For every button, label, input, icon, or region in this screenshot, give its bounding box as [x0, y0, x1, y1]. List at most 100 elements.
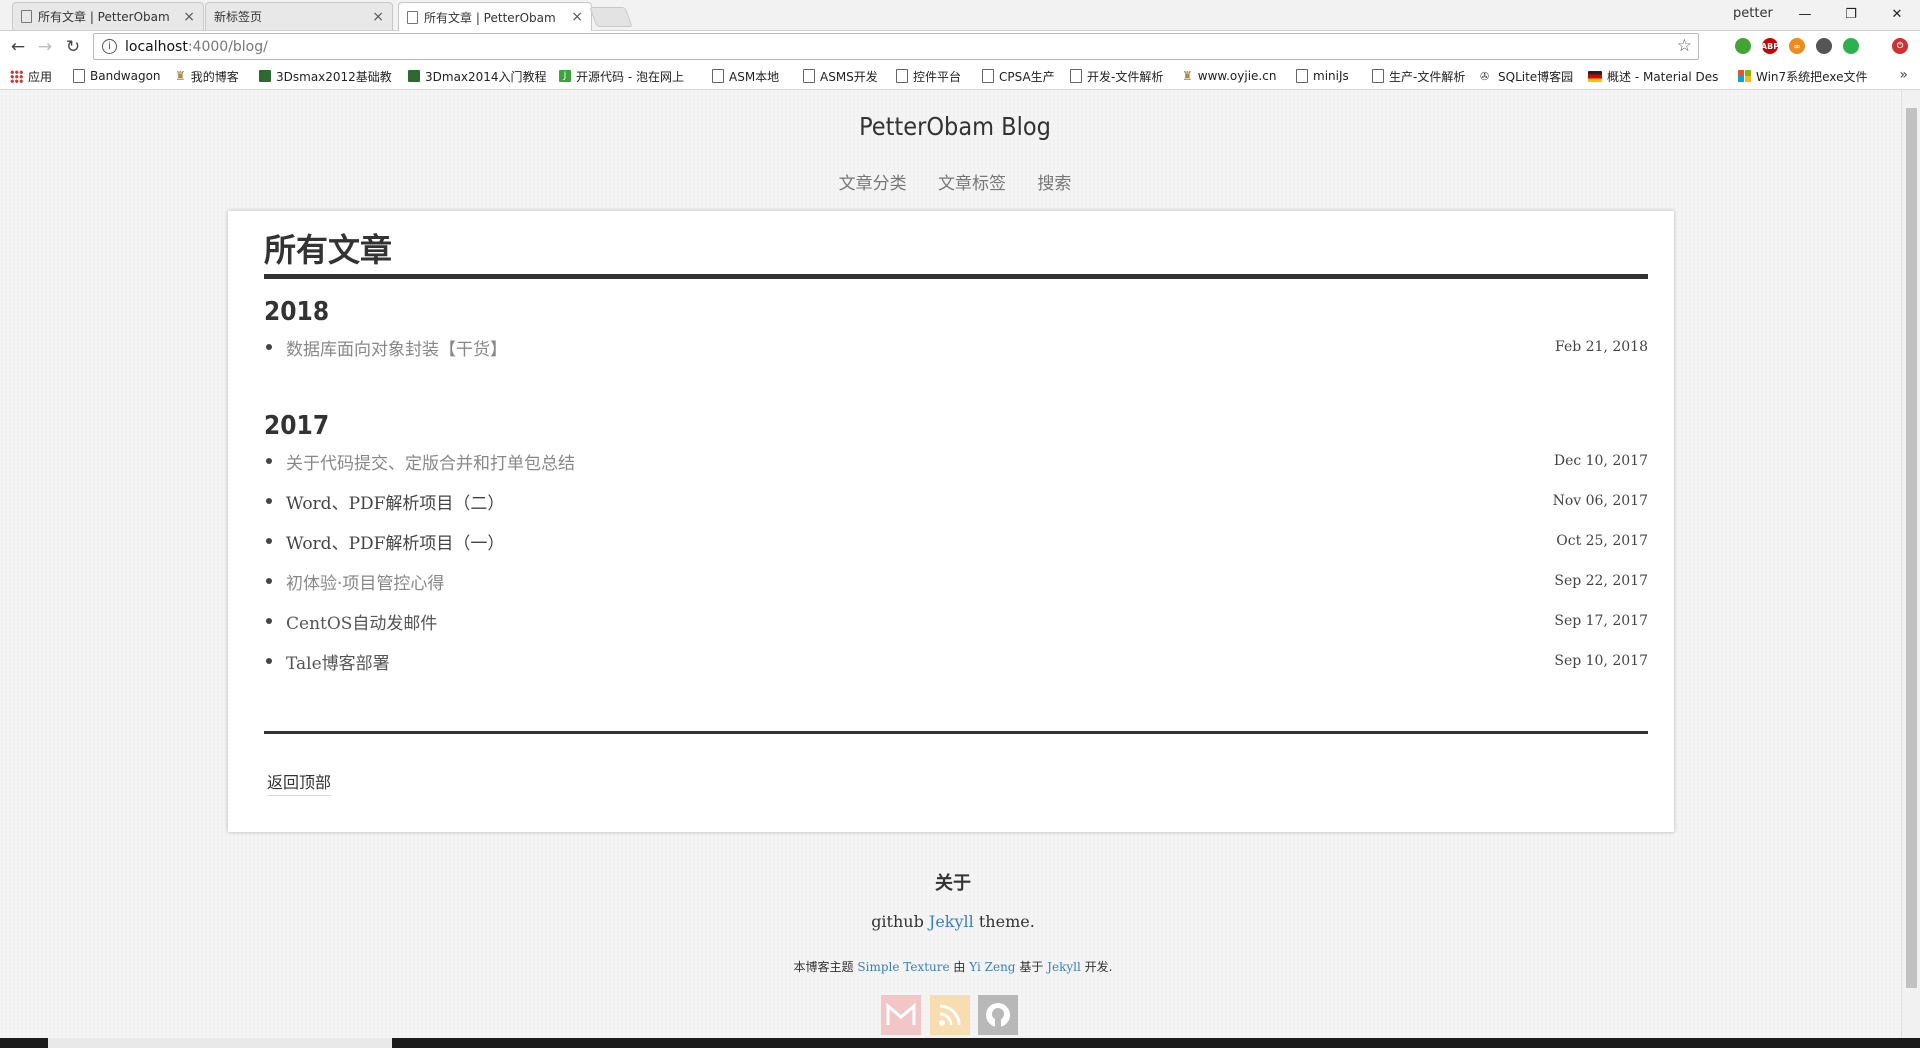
bullet	[266, 344, 272, 350]
power-icon[interactable]: ⏻	[1892, 38, 1908, 54]
profile-name[interactable]: petter	[1733, 6, 1773, 21]
bookmark-asms-dev[interactable]: ASMS开发	[803, 67, 878, 85]
tab-blog-1[interactable]: 所有文章 | PetterObam ×	[12, 2, 204, 30]
bullet	[266, 458, 272, 464]
post-item[interactable]: 初体验·项目管控心得 Sep 22, 2017	[264, 569, 1648, 594]
bookmark-label: 开发-文件解析	[1087, 69, 1164, 84]
page-viewport: PetterObam Blog 文章分类 文章标签 搜索 所有文章 2018 数…	[0, 90, 1901, 1038]
vertical-scrollbar[interactable]	[1901, 90, 1920, 1038]
window-close-button[interactable]: ✕	[1874, 0, 1920, 28]
bookmark-cpsa[interactable]: CPSA生产	[982, 67, 1055, 85]
bookmark-label: 生产-文件解析	[1389, 69, 1466, 84]
bookmark-apps[interactable]: 应用	[10, 67, 52, 85]
reload-button[interactable]: ↻	[61, 35, 85, 59]
page-icon	[803, 69, 815, 83]
footer-about-heading: 关于	[935, 873, 971, 894]
nav-categories[interactable]: 文章分类	[839, 174, 907, 194]
bookmarks-bar: 应用 Bandwagon ♜ 我的博客 3Dsmax2012基础教 3Dmax20…	[0, 63, 1920, 90]
apps-grid-icon	[10, 69, 23, 83]
mail-icon[interactable]	[881, 995, 921, 1035]
post-date: Sep 17, 2017	[1554, 613, 1648, 629]
bullet	[266, 538, 272, 544]
back-button[interactable]: ←	[6, 35, 30, 59]
bookmark-my-blog[interactable]: ♜ 我的博客	[175, 67, 239, 85]
post-title[interactable]: CentOS自动发邮件	[286, 609, 1554, 634]
bookmark-oyjie[interactable]: ♜ www.oyjie.cn	[1182, 67, 1276, 85]
jekyll-link[interactable]: Jekyll	[929, 912, 974, 931]
v-logo-icon	[259, 70, 271, 82]
bookmark-3dsmax2012[interactable]: 3Dsmax2012基础教	[259, 67, 392, 85]
tab-blog-active[interactable]: 所有文章 | PetterObam ×	[398, 2, 592, 31]
bookmark-label: 开源代码 - 泡在网上	[576, 69, 684, 84]
post-title[interactable]: Word、PDF解析项目（一）	[286, 529, 1556, 554]
bookmark-bandwagon[interactable]: Bandwagon	[73, 67, 161, 85]
rss-icon[interactable]	[930, 995, 970, 1035]
archive-card: 所有文章 2018 数据库面向对象封装【干货】 Feb 21, 2018 201…	[228, 211, 1674, 832]
post-title[interactable]: Word、PDF解析项目（二）	[286, 489, 1553, 514]
bookmark-label: SQLite博客园	[1498, 69, 1574, 84]
post-date: Dec 10, 2017	[1553, 453, 1648, 469]
post-title[interactable]: 数据库面向对象封装【干货】	[286, 335, 1555, 360]
address-bar[interactable]: i localhost:4000/blog/ ☆	[93, 33, 1699, 60]
footer-text: theme.	[978, 912, 1035, 931]
footer-text: 由	[953, 960, 966, 974]
close-icon[interactable]: ×	[372, 9, 384, 25]
forward-button[interactable]: →	[33, 35, 57, 59]
bookmark-material[interactable]: 概述 - Material Des	[1588, 67, 1718, 85]
bookmark-sqlite[interactable]: ✇ SQLite博客园	[1480, 67, 1573, 85]
post-item[interactable]: Word、PDF解析项目（一） Oct 25, 2017	[264, 529, 1648, 554]
shield-icon[interactable]	[1843, 38, 1859, 54]
taskbar-search[interactable]	[48, 1038, 392, 1048]
github-icon[interactable]	[978, 995, 1018, 1035]
scroll-thumb[interactable]	[1906, 108, 1917, 988]
post-item[interactable]: CentOS自动发邮件 Sep 17, 2017	[264, 609, 1648, 634]
bookmark-prod-parse[interactable]: 生产-文件解析	[1372, 67, 1465, 85]
nav-search[interactable]: 搜索	[1037, 174, 1071, 194]
post-title[interactable]: Tale博客部署	[286, 649, 1554, 674]
post-title[interactable]: 关于代码提交、定版合并和打单包总结	[286, 449, 1554, 474]
v-logo-icon	[408, 70, 420, 82]
url-path: :4000/blog/	[187, 38, 268, 55]
browser-toolbar: ← → ↻ i localhost:4000/blog/ ☆ ABP ∞ ⏻	[0, 31, 1920, 63]
post-item[interactable]: 关于代码提交、定版合并和打单包总结 Dec 10, 2017	[264, 449, 1648, 474]
post-item[interactable]: Tale博客部署 Sep 10, 2017	[264, 649, 1648, 674]
simple-texture-link[interactable]: Simple Texture	[857, 960, 949, 974]
post-item[interactable]: 数据库面向对象封装【干货】 Feb 21, 2018	[264, 335, 1648, 360]
wechat-icon: ✇	[1480, 69, 1490, 83]
jekyll-link[interactable]: Jekyll	[1047, 960, 1081, 974]
post-item[interactable]: Word、PDF解析项目（二） Nov 06, 2017	[264, 489, 1648, 514]
green-apple-icon[interactable]	[1735, 38, 1751, 54]
adblock-icon[interactable]: ABP	[1761, 38, 1779, 54]
bullet	[266, 578, 272, 584]
bookmark-win7[interactable]: Win7系统把exe文件	[1738, 67, 1867, 85]
close-icon[interactable]: ×	[571, 9, 583, 25]
bookmark-minijs[interactable]: miniJs	[1296, 67, 1349, 85]
bookmark-3dmax2014[interactable]: 3Dmax2014入门教程	[408, 67, 547, 85]
page-icon	[21, 10, 32, 23]
nav-tags[interactable]: 文章标签	[938, 174, 1006, 194]
bookmark-open-source[interactable]: J 开源代码 - 泡在网上	[559, 67, 684, 85]
bookmark-label: Win7系统把exe文件	[1756, 69, 1868, 84]
flag-icon	[1588, 70, 1602, 82]
post-date: Feb 21, 2018	[1555, 339, 1648, 355]
bookmark-asm-local[interactable]: ASM本地	[712, 67, 779, 85]
page-icon	[73, 69, 85, 83]
yi-zeng-link[interactable]: Yi Zeng	[969, 960, 1015, 974]
bookmark-control-platform[interactable]: 控件平台	[896, 67, 961, 85]
restore-button[interactable]: ❐	[1828, 0, 1874, 28]
site-title[interactable]: PetterObam Blog	[0, 112, 1901, 141]
bookmark-dev-parse[interactable]: 开发-文件解析	[1070, 67, 1163, 85]
infinity-icon[interactable]: ∞	[1789, 38, 1805, 54]
chart-icon[interactable]	[1816, 38, 1832, 54]
bookmark-star-icon[interactable]: ☆	[1677, 36, 1692, 56]
minimize-button[interactable]: —	[1782, 0, 1828, 28]
back-to-top-link[interactable]: 返回顶部	[267, 769, 332, 796]
info-icon[interactable]: i	[102, 39, 117, 54]
bookmark-label: ASMS开发	[820, 69, 878, 84]
tab-newtab[interactable]: 新标签页 ×	[205, 2, 393, 30]
new-tab-button[interactable]	[589, 7, 633, 27]
close-icon[interactable]: ×	[183, 9, 195, 25]
rook-icon: ♜	[1182, 69, 1193, 83]
post-title[interactable]: 初体验·项目管控心得	[286, 569, 1554, 594]
chevron-right-icon[interactable]: »	[1899, 67, 1908, 83]
